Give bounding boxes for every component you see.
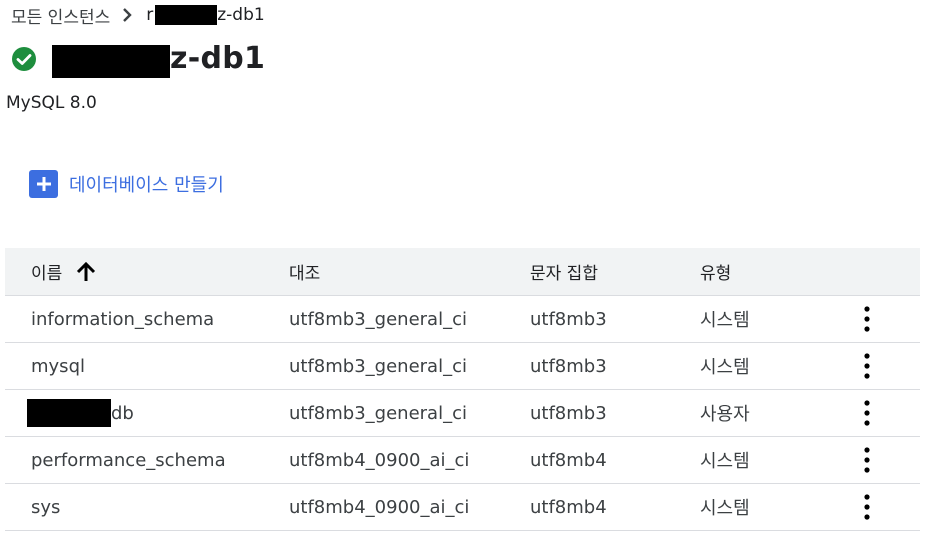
breadcrumb-current-suffix: z-db1	[217, 5, 265, 25]
cell-collation: utf8mb3_general_ci	[289, 402, 467, 424]
cell-type: 시스템	[700, 310, 750, 331]
more-vert-icon[interactable]	[858, 304, 876, 334]
column-header-type[interactable]: 유형	[674, 259, 814, 284]
cell-collation: utf8mb4_0900_ai_ci	[289, 496, 470, 518]
table-row: mysql utf8mb3_general_ci utf8mb3 시스템	[5, 343, 920, 390]
page-title: z-db1	[170, 40, 266, 76]
breadcrumb: 모든 인스턴스 r z-db1	[11, 3, 265, 28]
database-version: MySQL 8.0	[6, 93, 97, 113]
chevron-right-icon	[122, 8, 132, 22]
add-box-icon	[29, 170, 58, 198]
cell-type: 시스템	[700, 357, 750, 378]
breadcrumb-current-instance: r z-db1	[146, 5, 265, 25]
cell-charset: utf8mb4	[530, 496, 607, 518]
instance-databases-page: 모든 인스턴스 r z-db1 z-db1 MySQL 8.0 데이터베이스 만…	[0, 0, 928, 556]
cell-collation: utf8mb4_0900_ai_ci	[289, 449, 470, 471]
table-row: sys utf8mb4_0900_ai_ci utf8mb4 시스템	[5, 484, 920, 531]
cell-type: 시스템	[700, 451, 750, 472]
cell-actions	[814, 398, 920, 428]
table-header: 이름 대조 문자 집합 유형	[5, 248, 920, 296]
create-database-button[interactable]: 데이터베이스 만들기	[29, 170, 224, 198]
cell-name: performance_schema	[31, 449, 226, 471]
breadcrumb-all-instances[interactable]: 모든 인스턴스	[11, 3, 110, 28]
databases-table: 이름 대조 문자 집합 유형 information_schema utf8mb…	[5, 248, 920, 531]
redaction-block	[52, 44, 170, 78]
breadcrumb-current-prefix: r	[146, 5, 154, 25]
create-database-label: 데이터베이스 만들기	[69, 175, 224, 196]
instance-title-row: z-db1	[11, 38, 265, 78]
arrow-up-icon[interactable]	[76, 261, 96, 283]
cell-charset: utf8mb3	[530, 355, 607, 377]
cell-charset: utf8mb3	[530, 402, 607, 424]
cell-actions	[814, 492, 920, 522]
column-header-charset[interactable]: 문자 집합	[504, 259, 674, 284]
more-vert-icon[interactable]	[858, 398, 876, 428]
cell-collation: utf8mb3_general_ci	[289, 308, 467, 330]
cell-name: sys	[31, 496, 61, 518]
more-vert-icon[interactable]	[858, 492, 876, 522]
cell-name: mysql	[31, 355, 85, 377]
column-header-collation[interactable]: 대조	[263, 259, 504, 284]
table-row: information_schema utf8mb3_general_ci ut…	[5, 296, 920, 343]
cell-charset: utf8mb4	[530, 449, 607, 471]
cell-actions	[814, 351, 920, 381]
cell-actions	[814, 304, 920, 334]
column-header-name-label: 이름	[31, 264, 63, 284]
cell-name-suffix: db	[111, 402, 134, 424]
table-row: performance_schema utf8mb4_0900_ai_ci ut…	[5, 437, 920, 484]
cell-type: 사용자	[700, 404, 750, 425]
more-vert-icon[interactable]	[858, 445, 876, 475]
column-header-name[interactable]: 이름	[5, 259, 263, 284]
cell-collation: utf8mb3_general_ci	[289, 355, 467, 377]
cell-type: 시스템	[700, 498, 750, 519]
cell-name: db	[5, 399, 263, 427]
redaction-block	[155, 5, 218, 25]
cell-actions	[814, 445, 920, 475]
cell-charset: utf8mb3	[530, 308, 607, 330]
redaction-block	[27, 399, 111, 427]
more-vert-icon[interactable]	[858, 351, 876, 381]
cell-name: information_schema	[31, 308, 215, 330]
table-row: db utf8mb3_general_ci utf8mb3 사용자	[5, 390, 920, 437]
check-circle-icon	[11, 46, 37, 72]
